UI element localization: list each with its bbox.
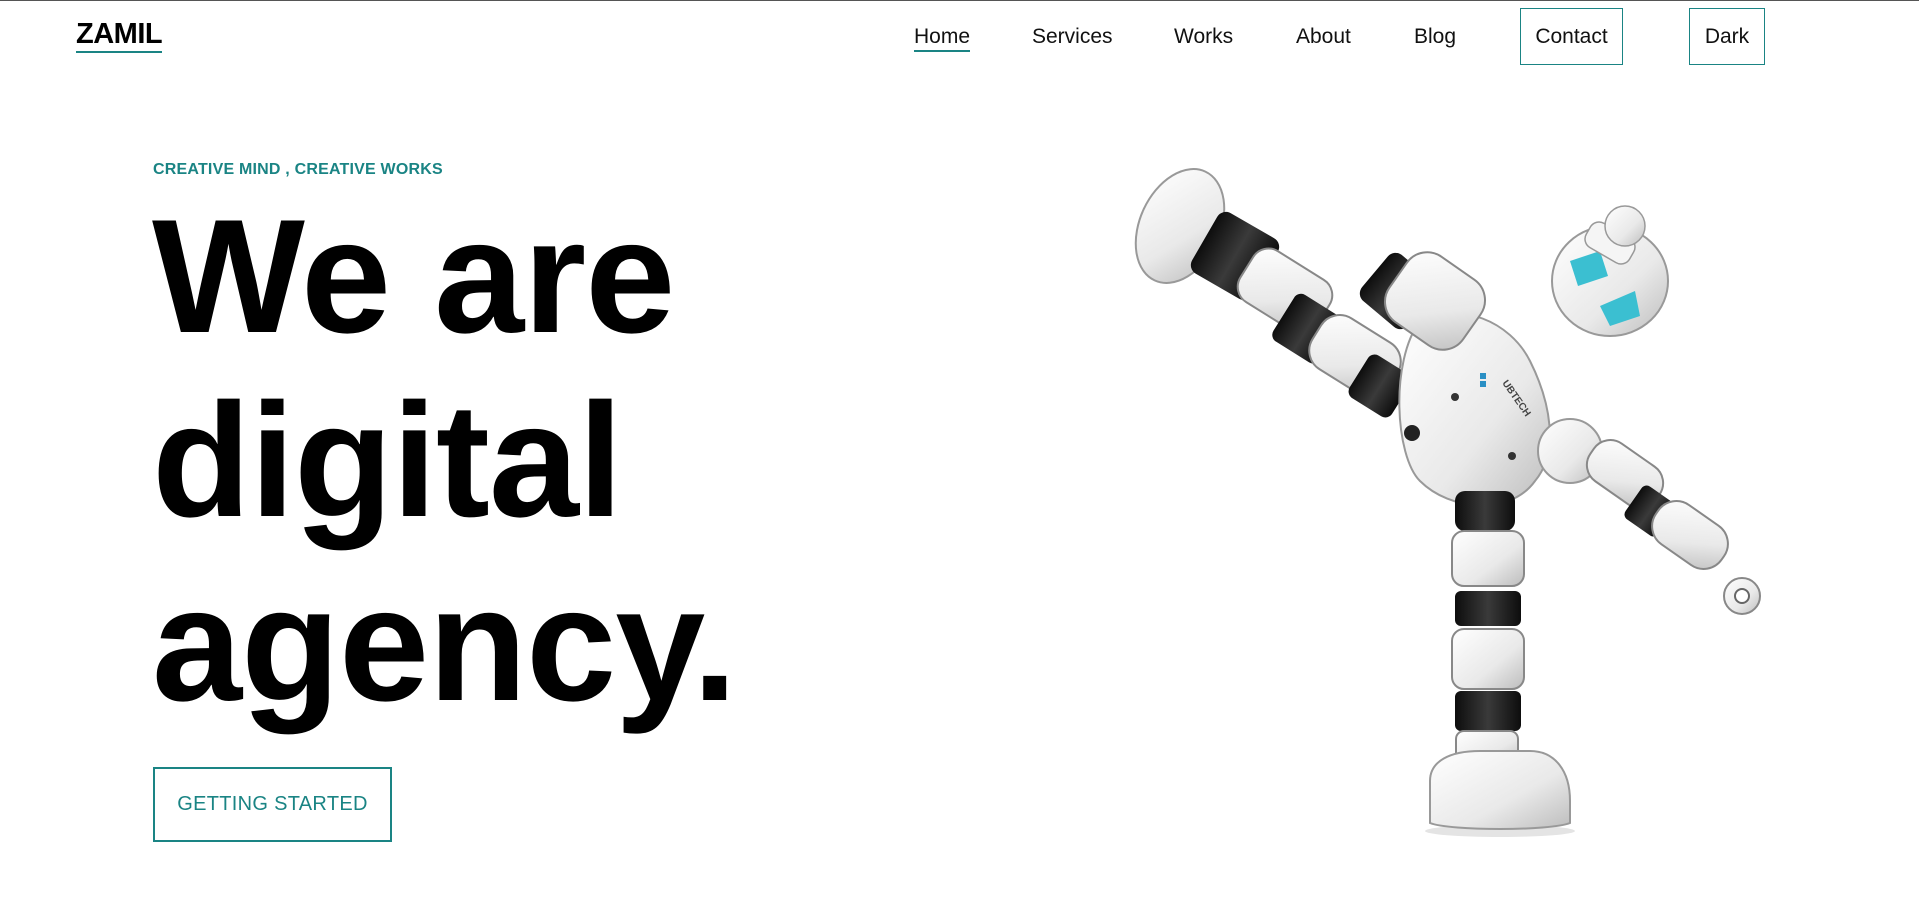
dark-mode-toggle[interactable]: Dark (1689, 8, 1765, 65)
nav-link-services[interactable]: Services (1032, 25, 1113, 49)
hero-title-line-2: digital (152, 370, 623, 551)
robot-illustration: UBTECH (1134, 168, 1761, 837)
robot-torso: UBTECH (1398, 312, 1551, 507)
hero-eyebrow: CREATIVE MIND , CREATIVE WORKS (153, 161, 443, 178)
nav-link-about[interactable]: About (1296, 25, 1351, 49)
getting-started-button[interactable]: GETTING STARTED (153, 767, 392, 842)
nav-link-home[interactable]: Home (914, 25, 971, 52)
hero-title-line-3: agency. (152, 554, 737, 735)
contact-button[interactable]: Contact (1520, 8, 1623, 65)
hero-title-line-1: We are (152, 186, 675, 367)
nav-link-works[interactable]: Works (1174, 25, 1233, 49)
page: ZAMIL Home Services Works About Blog Con… (0, 0, 1919, 902)
robot-lowered-arm (1537, 418, 1761, 615)
site-logo[interactable]: ZAMIL (76, 19, 163, 54)
robot-head (1551, 205, 1669, 337)
robot-legs (1429, 491, 1571, 830)
hero-title: We are digital agency. (152, 185, 737, 737)
nav-link-blog[interactable]: Blog (1414, 25, 1456, 49)
navbar: ZAMIL Home Services Works About Blog Con… (0, 1, 1919, 73)
